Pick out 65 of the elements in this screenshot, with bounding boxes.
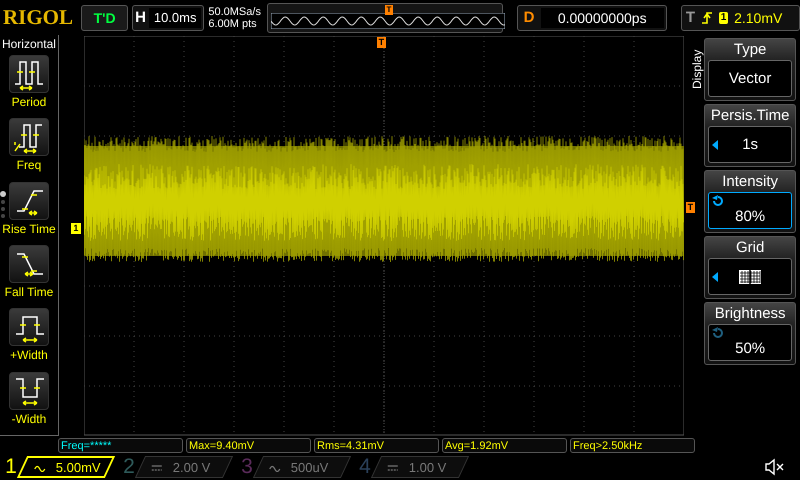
measurement-readout: Freq>2.50kHz xyxy=(570,438,695,453)
menu-option-field[interactable] xyxy=(708,258,792,296)
menu-label: Intensity xyxy=(722,172,778,192)
menu-label: Type xyxy=(734,40,766,60)
menu-option-field[interactable]: 80% xyxy=(708,192,792,230)
menu-button[interactable] xyxy=(8,118,49,156)
sample-rate: 50.0MSa/s xyxy=(208,6,262,18)
trigger-source: 1 xyxy=(719,12,728,24)
menu-button[interactable] xyxy=(8,372,49,410)
rotate-knob-icon xyxy=(712,195,724,208)
menu-label: Brightness xyxy=(714,304,786,324)
menu-button[interactable] xyxy=(8,245,49,284)
mute-icon[interactable] xyxy=(764,458,784,476)
menu-label: -Width xyxy=(12,412,46,426)
memory-depth: 6.00M pts xyxy=(208,18,258,30)
ac-coupling-icon xyxy=(34,463,46,472)
menu-title: Horizontal xyxy=(2,37,56,52)
timebase-box[interactable]: H 10.0ms xyxy=(132,4,204,31)
left-arrow-icon xyxy=(712,272,718,282)
trigger-level: 2.10mV xyxy=(734,10,782,26)
menu-option-field[interactable]: 1s xyxy=(708,126,792,164)
trigger-label: T xyxy=(686,9,696,26)
timebase-value: 10.0ms xyxy=(148,8,202,28)
menu-label: +Width xyxy=(10,348,48,362)
menu-label: Persis.Time xyxy=(710,106,790,126)
channel-tab[interactable]: 1.00 V xyxy=(370,456,470,478)
dc-coupling-icon xyxy=(387,463,399,472)
timebase-label: H xyxy=(135,9,146,26)
delay-value: 0.00000000ps xyxy=(540,8,664,28)
menu-label: Fall Time xyxy=(4,285,54,300)
ac-coupling-icon xyxy=(269,463,281,472)
measurement-readout: Max=9.40mV xyxy=(186,438,311,453)
rotate-knob-icon xyxy=(712,327,724,340)
overview-wave-icon xyxy=(270,12,505,29)
delay-box[interactable]: D 0.00000000ps xyxy=(516,4,667,31)
measurement-readout: Avg=1.92mV xyxy=(442,438,567,453)
measurement-readout: Rms=4.31mV xyxy=(314,438,439,453)
delay-label: D xyxy=(524,9,534,26)
measurement-readout: Freq=***** xyxy=(58,438,183,453)
channel-tab[interactable]: 500uV xyxy=(252,456,352,478)
menu-button[interactable] xyxy=(8,308,49,346)
trigger-box[interactable]: T 1 2.10mV xyxy=(680,4,800,31)
page-dot[interactable] xyxy=(1,214,5,218)
menu-button[interactable] xyxy=(8,182,49,220)
left-arrow-icon xyxy=(712,140,718,150)
menu-label: Grid xyxy=(736,238,764,258)
page-dot[interactable] xyxy=(0,191,6,198)
trigger-level-marker: T xyxy=(686,202,695,214)
menu-label: Freq xyxy=(16,158,42,172)
menu-label: Rise Time xyxy=(2,222,56,236)
trigger-marker: T xyxy=(384,4,393,15)
channel-tab[interactable]: 5.00mV xyxy=(16,456,116,478)
menu-button[interactable] xyxy=(8,55,49,94)
page-dot[interactable] xyxy=(1,200,5,204)
channel-marker: 1 xyxy=(70,223,81,234)
dc-coupling-icon xyxy=(151,463,163,472)
menu-label: Period xyxy=(12,95,46,110)
menu-option-field[interactable]: Vector xyxy=(708,60,792,98)
page-dot[interactable] xyxy=(1,207,5,212)
channel-tab[interactable]: 2.00 V xyxy=(134,456,234,478)
menu-title: Display xyxy=(690,48,704,91)
run-status-button[interactable]: T'D xyxy=(81,4,128,31)
menu-option-field[interactable]: 50% xyxy=(708,324,792,362)
logo: RIGOL xyxy=(3,5,74,30)
grid-icon xyxy=(739,270,762,284)
